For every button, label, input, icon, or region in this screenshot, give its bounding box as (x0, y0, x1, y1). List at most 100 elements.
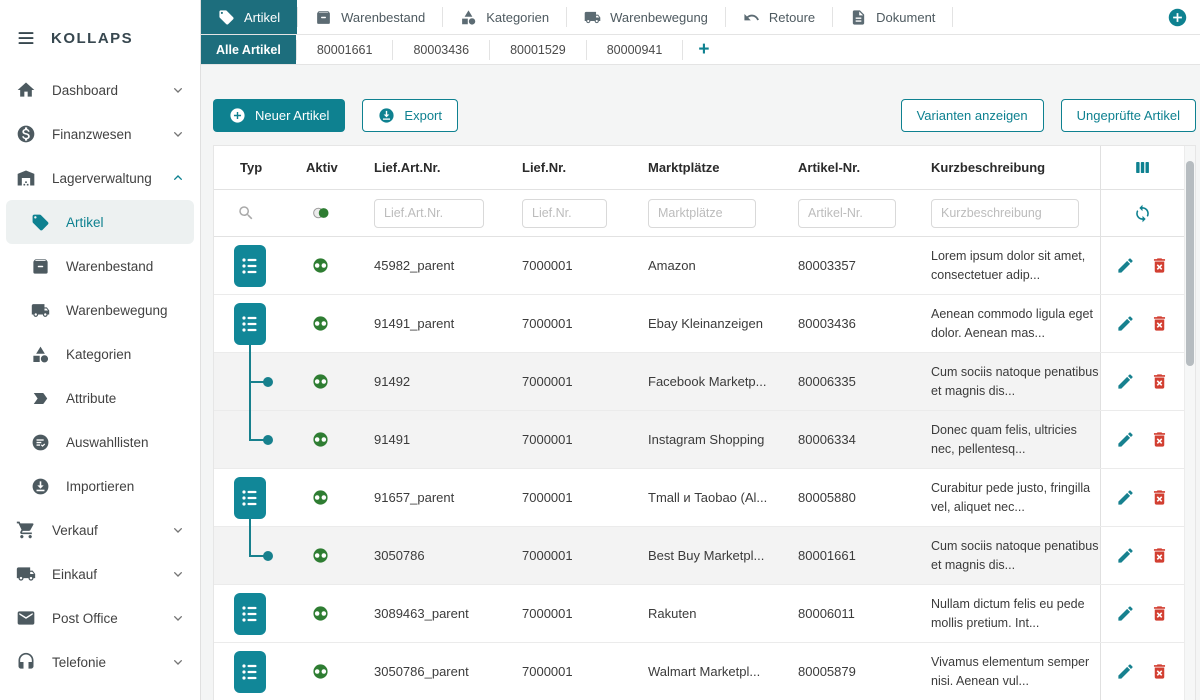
variant-list-button[interactable] (234, 303, 266, 345)
label-icon (31, 389, 50, 408)
variant-list-button[interactable] (234, 477, 266, 519)
delete-button[interactable] (1150, 256, 1169, 275)
filter-input-kurzbeschreibung[interactable] (931, 199, 1079, 228)
cell-aktiv[interactable] (299, 527, 367, 584)
vertical-scrollbar[interactable] (1184, 146, 1195, 700)
filter-input-marktpl-tze[interactable] (648, 199, 756, 228)
cell-marktplaetze: Rakuten (641, 585, 791, 642)
column-header-kurzbeschreibung[interactable]: Kurzbeschreibung (924, 146, 1100, 189)
column-header-aktiv[interactable]: Aktiv (299, 146, 367, 189)
sidebar-item-telefonie[interactable]: Telefonie (0, 640, 200, 684)
edit-button[interactable] (1116, 314, 1135, 333)
column-header-lief-nr[interactable]: Lief.Nr. (515, 146, 641, 189)
column-header-marktpl-tze[interactable]: Marktplätze (641, 146, 791, 189)
scrollbar-thumb[interactable] (1186, 161, 1194, 366)
edit-button[interactable] (1116, 546, 1135, 565)
tab-dokument[interactable]: Dokument (833, 0, 952, 34)
edit-button[interactable] (1116, 372, 1135, 391)
cell-aktiv[interactable] (299, 295, 367, 352)
home-icon (16, 80, 36, 100)
edit-button[interactable] (1116, 256, 1135, 275)
subtab-80001529[interactable]: 80001529 (490, 35, 586, 64)
column-header-artikel-nr[interactable]: Artikel-Nr. (791, 146, 924, 189)
add-tab-button[interactable] (1155, 0, 1200, 34)
tab-label: Kategorien (486, 10, 549, 25)
delete-button[interactable] (1150, 546, 1169, 565)
edit-button[interactable] (1116, 430, 1135, 449)
cell-aktiv[interactable] (299, 585, 367, 642)
table-row: 45982_parent 7000001 Amazon 80003357 Lor… (214, 237, 1184, 295)
variant-list-button[interactable] (234, 651, 266, 693)
sidebar-item-label: Importieren (66, 479, 134, 494)
variant-list-button[interactable] (234, 245, 266, 287)
hamburger-menu-icon[interactable] (16, 28, 36, 48)
delete-button[interactable] (1150, 488, 1169, 507)
export-button[interactable]: Export (362, 99, 458, 132)
tab-warenbestand[interactable]: Warenbestand (298, 0, 442, 34)
show-variants-button[interactable]: Varianten anzeigen (901, 99, 1044, 132)
add-article-tab-button[interactable]: + (683, 35, 724, 64)
delete-button[interactable] (1150, 314, 1169, 333)
new-article-button[interactable]: Neuer Artikel (213, 99, 345, 132)
cell-aktiv[interactable] (299, 469, 367, 526)
cell-actions (1100, 469, 1184, 526)
cell-kurzbeschreibung: Donec quam felis, ultricies nec, pellent… (924, 411, 1100, 468)
sidebar-item-label: Lagerverwaltung (52, 171, 152, 186)
truck-icon (31, 301, 50, 320)
cell-aktiv[interactable] (299, 411, 367, 468)
sidebar-item-artikel[interactable]: Artikel (6, 200, 194, 244)
toggle-active-icon (312, 431, 329, 448)
delete-button[interactable] (1150, 430, 1169, 449)
refresh-button[interactable] (1100, 190, 1184, 236)
cell-marktplaetze: Ebay Kleinanzeigen (641, 295, 791, 352)
subtab-80000941[interactable]: 80000941 (587, 35, 683, 64)
edit-button[interactable] (1116, 604, 1135, 623)
sidebar-item-warenbewegung[interactable]: Warenbewegung (0, 288, 200, 332)
cell-lief-art-nr: 91657_parent (367, 469, 515, 526)
filter-input-lief-nr[interactable] (522, 199, 607, 228)
subtab-alle-artikel[interactable]: Alle Artikel (201, 35, 296, 64)
tab-label: Warenbewegung (610, 10, 708, 25)
sidebar-item-kategorien[interactable]: Kategorien (0, 332, 200, 376)
tab-retoure[interactable]: Retoure (726, 0, 832, 34)
cell-aktiv[interactable] (299, 643, 367, 700)
sidebar-item-verkauf[interactable]: Verkauf (0, 508, 200, 552)
delete-button[interactable] (1150, 372, 1169, 391)
sidebar-item-finanzwesen[interactable]: Finanzwesen (0, 112, 200, 156)
filter-input-artikel-nr[interactable] (798, 199, 896, 228)
sidebar-item-attribute[interactable]: Attribute (0, 376, 200, 420)
tab-warenbewegung[interactable]: Warenbewegung (567, 0, 725, 34)
column-header-typ[interactable]: Typ (214, 146, 299, 189)
table-row: 3089463_parent 7000001 Rakuten 80006011 … (214, 585, 1184, 643)
sidebar-item-post-office[interactable]: Post Office (0, 596, 200, 640)
sidebar-item-label: Finanzwesen (52, 127, 132, 142)
sidebar-item-auswahllisten[interactable]: Auswahllisten (0, 420, 200, 464)
sidebar-item-lagerverwaltung[interactable]: Lagerverwaltung (0, 156, 200, 200)
cell-marktplaetze: Tmall и Taobao (Al... (641, 469, 791, 526)
column-header-lief-art-nr[interactable]: Lief.Art.Nr. (367, 146, 515, 189)
column-settings-button[interactable] (1100, 146, 1184, 189)
delete-button[interactable] (1150, 604, 1169, 623)
tab-kategorien[interactable]: Kategorien (443, 0, 566, 34)
sidebar-item-warenbestand[interactable]: Warenbestand (0, 244, 200, 288)
sidebar-item-importieren[interactable]: Importieren (0, 464, 200, 508)
sidebar-item-dashboard[interactable]: Dashboard (0, 68, 200, 112)
filter-input-lief-art-nr[interactable] (374, 199, 484, 228)
sidebar-item-label: Warenbestand (66, 259, 153, 274)
subtab-80003436[interactable]: 80003436 (393, 35, 489, 64)
delete-button[interactable] (1150, 662, 1169, 681)
variant-list-button[interactable] (234, 593, 266, 635)
cell-aktiv[interactable] (299, 353, 367, 410)
sidebar-item-einkauf[interactable]: Einkauf (0, 552, 200, 596)
cell-actions (1100, 295, 1184, 352)
sidebar-item-label: Warenbewegung (66, 303, 168, 318)
edit-button[interactable] (1116, 662, 1135, 681)
filter-aktiv-toggle[interactable] (299, 190, 367, 236)
subtab-80001661[interactable]: 80001661 (297, 35, 393, 64)
edit-button[interactable] (1116, 488, 1135, 507)
toggle-active-icon (312, 663, 329, 680)
unchecked-articles-button[interactable]: Ungeprüfte Artikel (1061, 99, 1196, 132)
cell-lief-nr: 7000001 (515, 237, 641, 294)
cell-aktiv[interactable] (299, 237, 367, 294)
tab-artikel[interactable]: Artikel (201, 0, 297, 34)
